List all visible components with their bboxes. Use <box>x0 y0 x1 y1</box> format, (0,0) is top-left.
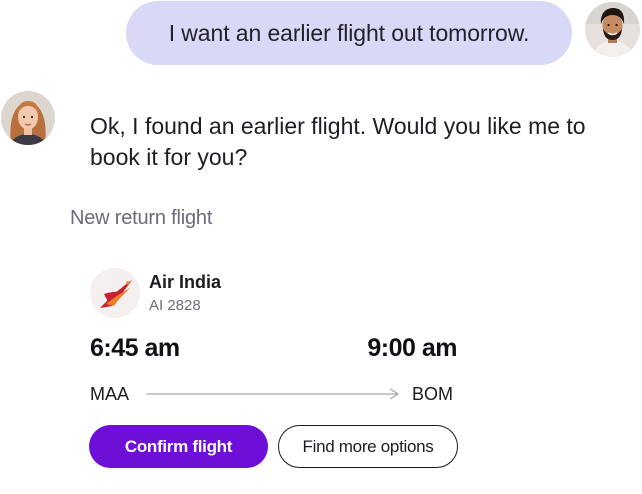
section-label: New return flight <box>70 207 213 229</box>
find-more-options-button[interactable]: Find more options <box>278 425 458 468</box>
origin-airport: MAA <box>90 384 130 404</box>
route-arrow-icon <box>146 386 400 402</box>
user-message-text: I want an earlier flight out tomorrow. <box>168 19 530 46</box>
agent-avatar <box>1 91 55 145</box>
user-message-bubble: I want an earlier flight out tomorrow. <box>126 1 572 65</box>
air-india-logo <box>90 268 140 318</box>
flight-card: Air India AI 2828 6:45 am 9:00 am MAA BO… <box>70 248 480 488</box>
agent-message-text: Ok, I found an earlier flight. Would you… <box>90 113 586 170</box>
confirm-flight-button[interactable]: Confirm flight <box>89 425 268 468</box>
arrival-time: 9:00 am <box>367 334 457 362</box>
user-avatar <box>585 2 640 57</box>
departure-time: 6:45 am <box>90 334 180 362</box>
destination-airport: BOM <box>412 384 454 404</box>
flight-number: AI 2828 <box>149 297 201 314</box>
airline-name: Air India <box>149 272 222 292</box>
